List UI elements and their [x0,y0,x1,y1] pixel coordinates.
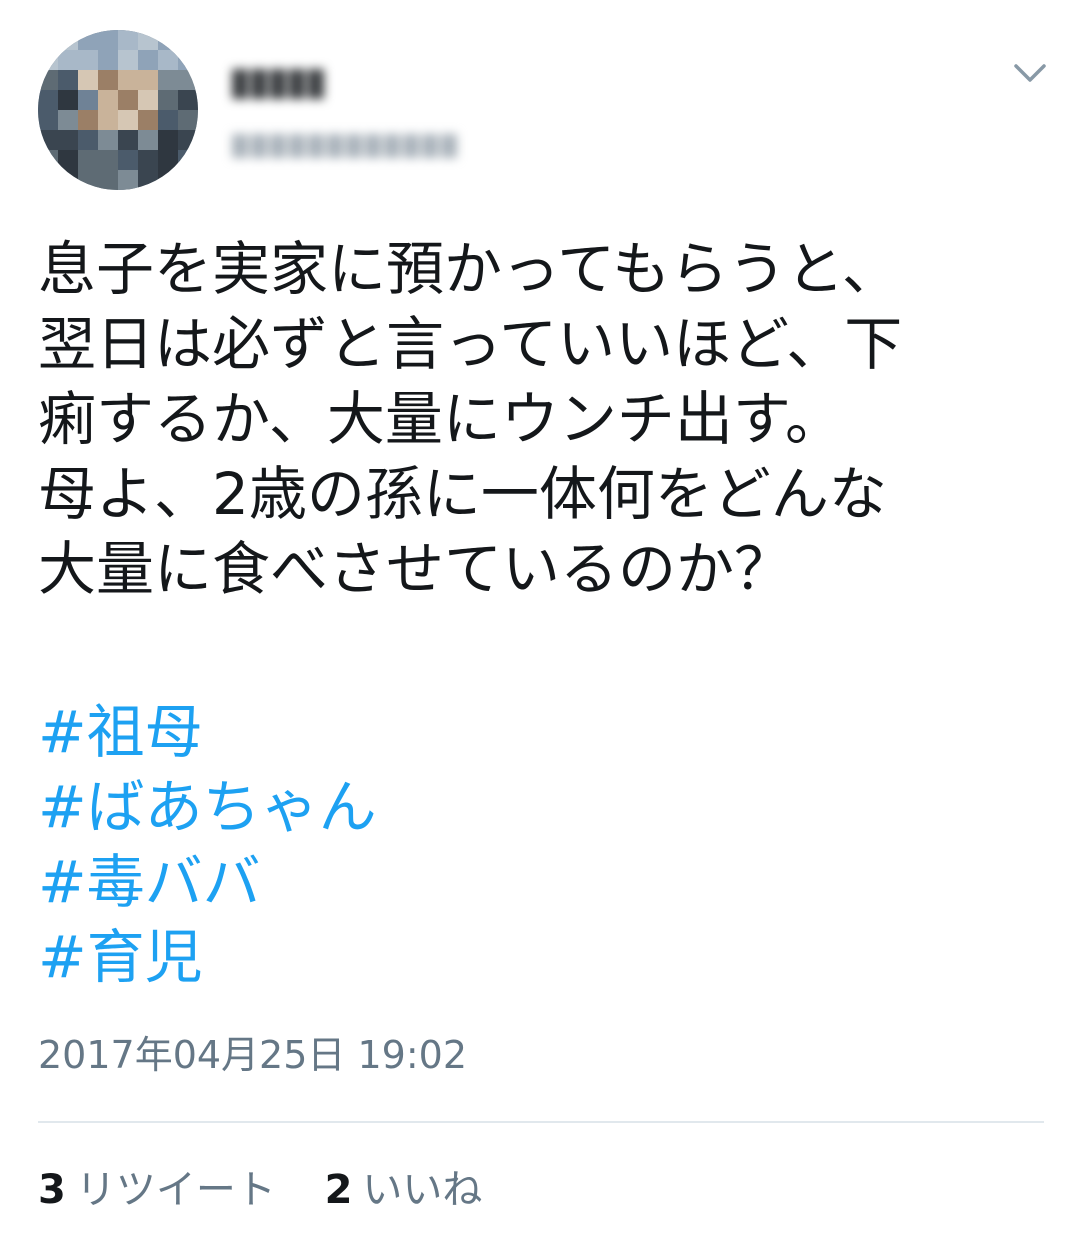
likes-count: 2 [324,1167,353,1213]
avatar-pixel [38,110,58,130]
hashtag-link[interactable]: #育児 [38,920,377,995]
avatar-pixel [178,110,198,130]
avatar-pixel [38,150,58,170]
avatar-pixel [38,50,58,70]
avatar-pixel [138,170,158,190]
avatar-pixel [138,110,158,130]
avatar-pixel [138,50,158,70]
hashtag-link[interactable]: #毒ババ [38,845,377,920]
avatar-pixel [178,170,198,190]
avatar-pixel [158,50,178,70]
tweet-text-line: 翌日は必ずと言っていいほど、下 [38,310,903,378]
tweet-stats: 3 リツイート 2 いいね [38,1162,518,1218]
retweets-stat[interactable]: 3 リツイート [38,1162,276,1218]
chevron-down-icon[interactable] [1010,58,1050,88]
retweets-count: 3 [38,1167,66,1213]
avatar-pixel [98,90,118,110]
avatar-pixel [58,90,78,110]
avatar-pixel [118,110,138,130]
avatar-pixel [118,70,138,90]
avatar-pixel [38,30,58,50]
hashtag-list: #祖母 #ばあちゃん #毒ババ #育児 [38,695,377,995]
avatar[interactable] [38,30,198,190]
tweet-text: 息子を実家に預かってもらうと、 翌日は必ずと言っていいほど、下 痢するか、大量に… [38,232,1048,607]
avatar-pixel [178,150,198,170]
avatar-pixel [78,30,98,50]
avatar-pixel [138,70,158,90]
retweets-label: リツイート [75,1167,276,1213]
avatar-pixel [98,170,118,190]
avatar-pixel [98,130,118,150]
avatar-pixel [58,70,78,90]
avatar-pixel [38,70,58,90]
avatar-pixel [98,110,118,130]
likes-stat[interactable]: 2 いいね [325,1162,483,1218]
avatar-pixel [118,90,138,110]
avatar-pixel [38,90,58,110]
avatar-pixel [138,150,158,170]
avatar-pixel [138,30,158,50]
handle-redacted[interactable] [232,128,470,164]
avatar-pixel [158,130,178,150]
avatar-pixel [78,150,98,170]
avatar-pixel [118,50,138,70]
avatar-pixel [158,150,178,170]
avatar-pixel [158,70,178,90]
avatar-pixel [98,50,118,70]
avatar-pixel [98,30,118,50]
avatar-pixel [58,110,78,130]
tweet-text-line: 痢するか、大量にウンチ出す。 [38,385,844,453]
avatar-pixel [178,90,198,110]
tweet-text-line: 大量に食べさせているのか？ [38,535,793,603]
avatar-pixel [98,150,118,170]
display-name-redacted[interactable] [232,66,342,102]
avatar-pixel [118,30,138,50]
avatar-pixel [178,70,198,90]
avatar-pixel [98,70,118,90]
avatar-pixel [58,130,78,150]
avatar-pixel [78,130,98,150]
hashtag-link[interactable]: #ばあちゃん [38,770,377,845]
avatar-pixel [58,150,78,170]
avatar-pixel [178,130,198,150]
avatar-pixel [158,90,178,110]
avatar-pixel [178,50,198,70]
avatar-pixel [138,90,158,110]
avatar-pixel [78,170,98,190]
avatar-pixel [78,70,98,90]
avatar-pixel [78,90,98,110]
hashtag-link[interactable]: #祖母 [38,695,377,770]
avatar-pixel [118,150,138,170]
avatar-pixel [118,130,138,150]
tweet-timestamp: 2017年04月25日 19:02 [38,1033,468,1077]
avatar-pixel [158,110,178,130]
avatar-pixel [38,130,58,150]
tweet-text-line: 母よ、2歳の孫に一体何をどんな [38,460,887,528]
avatar-pixel [58,170,78,190]
tweet-text-line: 息子を実家に預かってもらうと、 [38,235,900,303]
avatar-pixel [38,170,58,190]
avatar-pixel [58,50,78,70]
avatar-pixel [118,170,138,190]
avatar-pixel [78,110,98,130]
divider [38,1121,1044,1123]
avatar-pixel [158,30,178,50]
avatar-pixel [178,30,198,50]
avatar-pixel [158,170,178,190]
avatar-pixel [78,50,98,70]
avatar-pixel [138,130,158,150]
avatar-pixel [58,30,78,50]
likes-label: いいね [362,1167,483,1213]
